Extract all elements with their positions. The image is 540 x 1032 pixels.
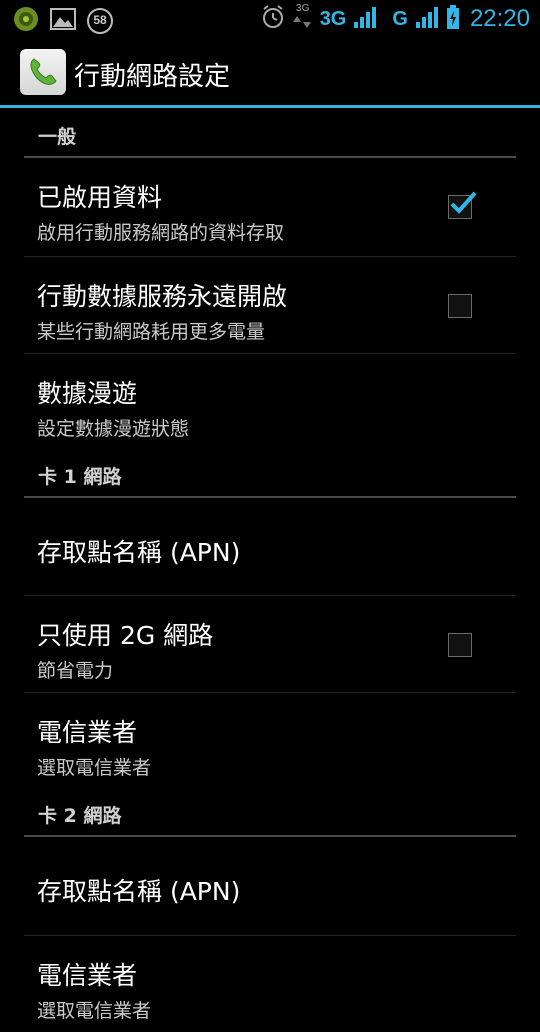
always-on-data-checkbox[interactable] bbox=[448, 294, 472, 318]
pref-title: 存取點名稱 (APN) bbox=[37, 538, 241, 567]
network-type-sim1: 3G bbox=[319, 7, 347, 30]
preference-list: 一般 已啟用資料 啟用行動服務網路的資料存取 行動數據服務永遠開啟 某些行動網路… bbox=[0, 108, 540, 1032]
tiny-network-label: 3G bbox=[296, 3, 310, 14]
action-bar: 行動網路設定 bbox=[0, 38, 540, 106]
section-title: 卡 2 網路 bbox=[38, 805, 122, 827]
data-transfer-icon: 3G bbox=[292, 4, 314, 34]
pref-sim2-apn[interactable]: 存取點名稱 (APN) bbox=[24, 837, 516, 936]
page-title: 行動網路設定 bbox=[74, 62, 231, 92]
app-icon[interactable] bbox=[20, 49, 66, 95]
pref-summary: 啟用行動服務網路的資料存取 bbox=[37, 222, 285, 244]
pref-title: 電信業者 bbox=[37, 961, 138, 990]
pref-title: 行動數據服務永遠開啟 bbox=[37, 282, 288, 311]
pref-data-roaming[interactable]: 數據漫遊 設定數據漫遊狀態 bbox=[24, 354, 516, 448]
pref-data-enabled[interactable]: 已啟用資料 啟用行動服務網路的資料存取 bbox=[24, 158, 516, 257]
pref-title: 存取點名稱 (APN) bbox=[37, 877, 241, 906]
shield-badge-icon bbox=[12, 5, 40, 37]
section-header-sim2: 卡 2 網路 bbox=[24, 787, 516, 837]
phone-icon bbox=[30, 58, 57, 85]
clock: 22:20 bbox=[469, 5, 530, 32]
pref-summary: 設定數據漫遊狀態 bbox=[37, 418, 190, 440]
section-header-general: 一般 bbox=[24, 108, 516, 158]
pref-summary: 選取電信業者 bbox=[37, 1000, 152, 1022]
section-title: 一般 bbox=[38, 126, 77, 148]
pref-sim2-operator[interactable]: 電信業者 選取電信業者 bbox=[24, 936, 516, 1032]
section-title: 卡 1 網路 bbox=[38, 466, 122, 488]
signal-sim2-icon bbox=[414, 4, 440, 34]
battery-charging-icon bbox=[446, 4, 460, 34]
pref-summary: 某些行動網路耗用更多電量 bbox=[37, 321, 266, 343]
badge-count: 58 bbox=[93, 13, 107, 27]
pref-sim1-apn[interactable]: 存取點名稱 (APN) bbox=[24, 498, 516, 596]
pref-title: 已啟用資料 bbox=[37, 183, 163, 212]
use-2g-only-checkbox[interactable] bbox=[448, 633, 472, 657]
pref-summary: 選取電信業者 bbox=[37, 757, 152, 779]
checkmark-icon bbox=[450, 191, 477, 214]
pref-summary: 節省電力 bbox=[37, 660, 114, 682]
pref-title: 只使用 2G 網路 bbox=[37, 621, 214, 650]
data-enabled-checkbox[interactable] bbox=[448, 191, 477, 219]
pref-always-on-data[interactable]: 行動數據服務永遠開啟 某些行動網路耗用更多電量 bbox=[24, 257, 516, 354]
network-type-sim2: G bbox=[392, 7, 408, 30]
pref-sim1-2g-only[interactable]: 只使用 2G 網路 節省電力 bbox=[24, 596, 516, 693]
pref-sim1-operator[interactable]: 電信業者 選取電信業者 bbox=[24, 693, 516, 787]
battery-badge-icon: 58 bbox=[86, 7, 114, 35]
section-header-sim1: 卡 1 網路 bbox=[24, 448, 516, 498]
signal-sim1-icon bbox=[352, 4, 378, 34]
pref-title: 電信業者 bbox=[37, 718, 138, 747]
image-icon bbox=[50, 7, 76, 35]
status-bar: 58 3G 3G G 22:20 bbox=[0, 0, 540, 38]
pref-title: 數據漫遊 bbox=[37, 379, 138, 408]
alarm-icon bbox=[260, 4, 286, 34]
